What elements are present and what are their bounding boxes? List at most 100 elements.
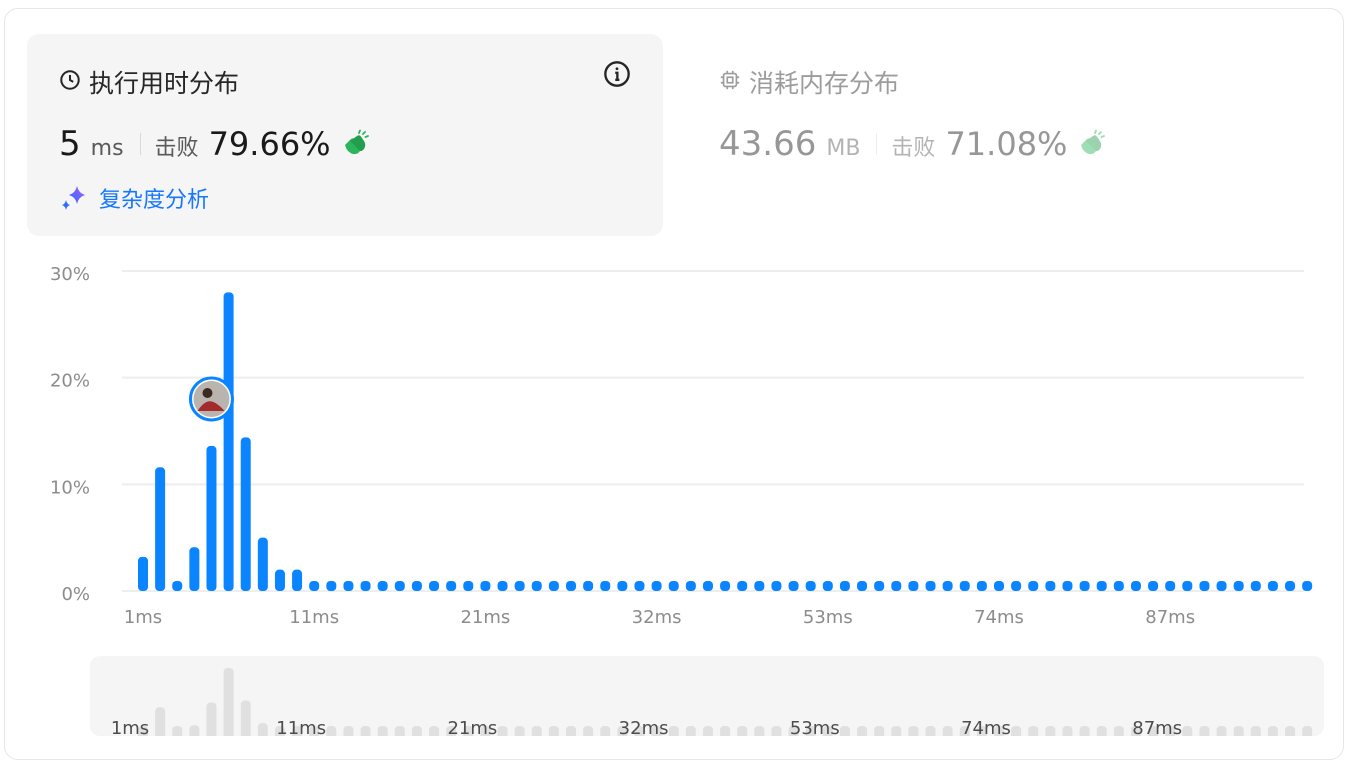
overview-bar: [1182, 726, 1193, 736]
chart-bar[interactable]: [959, 581, 970, 591]
chart-bar[interactable]: [925, 581, 936, 591]
chart-bar[interactable]: [411, 581, 422, 591]
chart-bar[interactable]: [446, 581, 457, 591]
chart-bar[interactable]: [1045, 581, 1056, 591]
chart-bar[interactable]: [240, 437, 251, 591]
memory-title: 消耗内存分布: [719, 64, 899, 100]
chart-bar[interactable]: [1011, 581, 1022, 591]
chart-bar[interactable]: [343, 581, 354, 591]
chart-bar[interactable]: [531, 581, 542, 591]
chart-bar[interactable]: [1302, 581, 1313, 591]
chart-bar[interactable]: [788, 581, 799, 591]
chart-bar[interactable]: [172, 581, 183, 591]
chart-bar[interactable]: [1113, 581, 1124, 591]
x-tick-label: 32ms: [632, 607, 682, 628]
chart-bar[interactable]: [1079, 581, 1090, 591]
chart-bar[interactable]: [548, 581, 559, 591]
chart-bar[interactable]: [754, 581, 765, 591]
overview-bar: [1302, 726, 1313, 736]
chart-bar[interactable]: [360, 581, 371, 591]
chart-bar[interactable]: [874, 581, 885, 591]
chart-bar[interactable]: [1182, 581, 1193, 591]
overview-bar: [857, 726, 868, 736]
chart-bar[interactable]: [634, 581, 645, 591]
chart-bar[interactable]: [497, 581, 508, 591]
chart-bar[interactable]: [326, 581, 337, 591]
runtime-value: 5: [59, 124, 81, 164]
clapping-hands-icon: [1081, 129, 1106, 155]
chart-bar[interactable]: [976, 581, 987, 591]
y-tick-label: 20%: [50, 371, 90, 392]
chart-bar[interactable]: [1028, 581, 1039, 591]
overview-bar: [1250, 726, 1261, 736]
chart-bar[interactable]: [822, 581, 833, 591]
current-submission-avatar[interactable]: [188, 376, 234, 422]
overview-bar: [1233, 726, 1244, 736]
chart-bar[interactable]: [702, 581, 713, 591]
chart-bar[interactable]: [155, 467, 166, 591]
chart-bar[interactable]: [994, 581, 1004, 591]
runtime-distribution-chart[interactable]: 30% 20% 10% 0% 1ms 11ms 21ms 32ms 53ms 74ms 87ms: [0, 255, 1348, 635]
chart-bar[interactable]: [566, 581, 576, 591]
chart-bar[interactable]: [309, 581, 320, 591]
chart-bar[interactable]: [891, 581, 902, 591]
chart-bar[interactable]: [720, 581, 731, 591]
overview-bar: [720, 726, 731, 736]
overview-bar: [189, 725, 200, 736]
overview-bar: [1062, 726, 1073, 736]
chart-bar[interactable]: [257, 537, 268, 591]
chart-bar[interactable]: [1148, 581, 1159, 591]
complexity-analysis-link[interactable]: 复杂度分析: [59, 182, 209, 214]
chart-bar[interactable]: [1285, 581, 1296, 591]
chart-bar[interactable]: [463, 581, 474, 591]
chart-bar[interactable]: [1250, 581, 1261, 591]
chart-bar[interactable]: [189, 547, 200, 591]
chart-bar[interactable]: [429, 581, 440, 591]
chart-bar[interactable]: [206, 445, 217, 591]
chart-bar[interactable]: [805, 581, 816, 591]
overview-bar: [326, 726, 337, 736]
sparkle-icon: [62, 186, 85, 210]
chart-bar[interactable]: [617, 581, 628, 591]
overview-tick-label: 1ms: [111, 718, 149, 736]
chart-bar[interactable]: [771, 581, 782, 591]
chart-bar[interactable]: [514, 581, 525, 591]
chart-bar[interactable]: [857, 581, 868, 591]
chart-bar[interactable]: [839, 581, 850, 591]
chart-bar[interactable]: [685, 581, 696, 591]
chart-overview-brush[interactable]: 1ms 11ms 21ms 32ms 53ms 74ms 87ms: [90, 656, 1324, 736]
chart-bar[interactable]: [1199, 581, 1210, 591]
overview-bar: [172, 726, 183, 736]
chart-bar[interactable]: [583, 581, 594, 591]
chart-bar[interactable]: [1062, 581, 1073, 591]
chart-bar[interactable]: [737, 581, 748, 591]
info-icon[interactable]: [603, 60, 631, 88]
chart-bar[interactable]: [480, 581, 491, 591]
chart-bar[interactable]: [1130, 581, 1141, 591]
chart-bar[interactable]: [600, 581, 611, 591]
chart-bar[interactable]: [1096, 581, 1107, 591]
overview-bar: [240, 700, 251, 736]
memory-title-text: 消耗内存分布: [749, 69, 900, 98]
chart-bar[interactable]: [1216, 581, 1227, 591]
runtime-card[interactable]: 执行用时分布 5 ms 击败 79.66% 复杂度分析: [27, 34, 663, 236]
chart-bar[interactable]: [942, 581, 953, 591]
chart-bar[interactable]: [223, 292, 234, 591]
memory-card[interactable]: 消耗内存分布 43.66 MB 击败 71.08%: [719, 34, 1319, 236]
overview-bar: [1011, 726, 1022, 736]
chart-bar[interactable]: [138, 556, 148, 591]
chart-bar[interactable]: [651, 581, 662, 591]
chart-bar[interactable]: [274, 569, 285, 591]
chart-bar[interactable]: [377, 581, 388, 591]
chart-bar[interactable]: [668, 581, 679, 591]
chart-bar[interactable]: [292, 569, 303, 591]
chart-bar[interactable]: [1233, 581, 1244, 591]
overview-bar: [223, 668, 234, 736]
chart-bar[interactable]: [1267, 581, 1278, 591]
overview-bar: [566, 726, 576, 736]
chart-bar[interactable]: [394, 581, 405, 591]
chart-bar[interactable]: [908, 581, 919, 591]
chart-bar[interactable]: [1165, 581, 1176, 591]
runtime-title-text: 执行用时分布: [89, 69, 240, 98]
overview-tick-label: 11ms: [276, 718, 326, 736]
